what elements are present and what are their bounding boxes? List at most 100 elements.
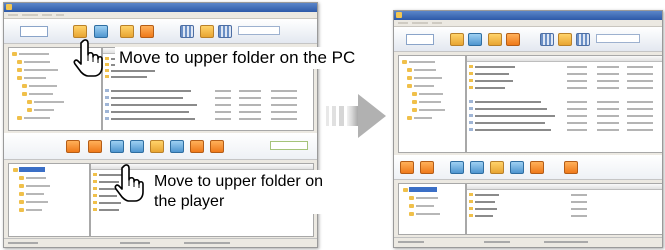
- refresh-icon[interactable]: [130, 140, 144, 153]
- tree-item[interactable]: [34, 109, 54, 111]
- device-button[interactable]: [270, 141, 308, 150]
- file-row[interactable]: [467, 213, 662, 218]
- tree-item[interactable]: [26, 201, 48, 203]
- list-icon[interactable]: [576, 33, 590, 46]
- file-row[interactable]: [103, 95, 313, 100]
- device-folder-icon[interactable]: [420, 161, 434, 174]
- tree-item[interactable]: [19, 53, 49, 55]
- menu-item[interactable]: [412, 22, 428, 24]
- player-file-list[interactable]: [466, 183, 662, 235]
- folder-icon[interactable]: [73, 25, 87, 38]
- folder-icon[interactable]: [450, 33, 464, 46]
- search-box[interactable]: [596, 34, 640, 43]
- list-icon[interactable]: [218, 25, 232, 38]
- player-folder-tree[interactable]: [398, 183, 466, 235]
- menu-item[interactable]: [8, 14, 18, 16]
- new-folder-icon[interactable]: [488, 33, 502, 46]
- transfer-icon[interactable]: [200, 25, 214, 38]
- tree-item[interactable]: [419, 101, 441, 103]
- file-row[interactable]: [467, 99, 662, 104]
- tree-item[interactable]: [414, 85, 434, 87]
- folder-icon: [19, 184, 24, 188]
- pc-file-list[interactable]: [466, 55, 662, 153]
- file-row[interactable]: [467, 113, 662, 118]
- file-row[interactable]: [467, 85, 662, 90]
- tree-item[interactable]: [414, 117, 432, 119]
- folder-icon: [412, 100, 417, 104]
- search-box[interactable]: [238, 26, 280, 35]
- menu-item[interactable]: [56, 14, 64, 16]
- file-row[interactable]: [467, 199, 662, 204]
- file-row[interactable]: [467, 206, 662, 211]
- file-row[interactable]: [103, 102, 313, 107]
- upper-folder-player-icon[interactable]: [110, 140, 124, 153]
- transfer-icon[interactable]: [558, 33, 572, 46]
- menu-item[interactable]: [22, 14, 38, 16]
- tree-item[interactable]: [409, 61, 435, 63]
- tree-item[interactable]: [24, 77, 46, 79]
- menu-item[interactable]: [398, 22, 408, 24]
- copy-icon[interactable]: [140, 25, 154, 38]
- move-icon[interactable]: [510, 161, 524, 174]
- file-row[interactable]: [103, 116, 313, 121]
- delete-icon[interactable]: [190, 140, 204, 153]
- file-row[interactable]: [467, 71, 662, 76]
- menu-item[interactable]: [42, 14, 52, 16]
- tree-item[interactable]: [414, 69, 436, 71]
- tree-item[interactable]: [34, 101, 64, 103]
- tree-item[interactable]: [26, 177, 46, 179]
- file-row[interactable]: [467, 120, 662, 125]
- file-row[interactable]: [103, 88, 313, 93]
- device-icon[interactable]: [66, 140, 80, 153]
- file-list-header[interactable]: [467, 184, 662, 190]
- tree-item[interactable]: [29, 93, 53, 95]
- file-icon: [469, 128, 473, 131]
- callout-line-2: the player: [154, 193, 225, 210]
- tree-item[interactable]: [26, 185, 50, 187]
- view-icon[interactable]: [180, 25, 194, 38]
- new-folder-icon[interactable]: [120, 25, 134, 38]
- file-row[interactable]: [467, 64, 662, 69]
- new-folder-icon[interactable]: [490, 161, 504, 174]
- pc-folder-tree[interactable]: [398, 55, 466, 153]
- file-row[interactable]: [467, 106, 662, 111]
- device-icon[interactable]: [400, 161, 414, 174]
- upper-folder-player-icon[interactable]: [450, 161, 464, 174]
- tree-item[interactable]: [29, 85, 57, 87]
- tree-item[interactable]: [24, 117, 50, 119]
- file-row[interactable]: [103, 109, 313, 114]
- folder-icon: [22, 84, 27, 88]
- file-list-header[interactable]: [467, 56, 662, 62]
- tree-item[interactable]: [416, 205, 434, 207]
- tree-item[interactable]: [416, 197, 438, 199]
- file-row[interactable]: [103, 74, 313, 79]
- folder-icon: [412, 92, 417, 96]
- player-folder-tree[interactable]: [8, 163, 90, 237]
- upper-folder-pc-icon[interactable]: [94, 25, 108, 38]
- upper-folder-pc-icon[interactable]: [468, 33, 482, 46]
- tree-item[interactable]: [24, 61, 50, 63]
- selected-tree-item[interactable]: [409, 187, 437, 192]
- tree-item[interactable]: [26, 193, 44, 195]
- refresh-icon[interactable]: [470, 161, 484, 174]
- upload-icon[interactable]: [564, 161, 578, 174]
- menu-item[interactable]: [432, 22, 442, 24]
- tree-item[interactable]: [24, 69, 58, 71]
- copy-icon[interactable]: [506, 33, 520, 46]
- delete-icon[interactable]: [530, 161, 544, 174]
- tree-item[interactable]: [419, 109, 445, 111]
- new-folder-icon[interactable]: [150, 140, 164, 153]
- tree-item[interactable]: [414, 77, 442, 79]
- tree-item[interactable]: [419, 93, 443, 95]
- file-icon: [105, 110, 109, 113]
- file-row[interactable]: [467, 127, 662, 132]
- upload-icon[interactable]: [210, 140, 224, 153]
- file-row[interactable]: [467, 192, 662, 197]
- device-folder-icon[interactable]: [88, 140, 102, 153]
- file-row[interactable]: [467, 78, 662, 83]
- selected-tree-item[interactable]: [19, 167, 45, 172]
- tree-item[interactable]: [416, 213, 440, 215]
- tree-item[interactable]: [26, 209, 42, 211]
- view-icon[interactable]: [540, 33, 554, 46]
- move-icon[interactable]: [170, 140, 184, 153]
